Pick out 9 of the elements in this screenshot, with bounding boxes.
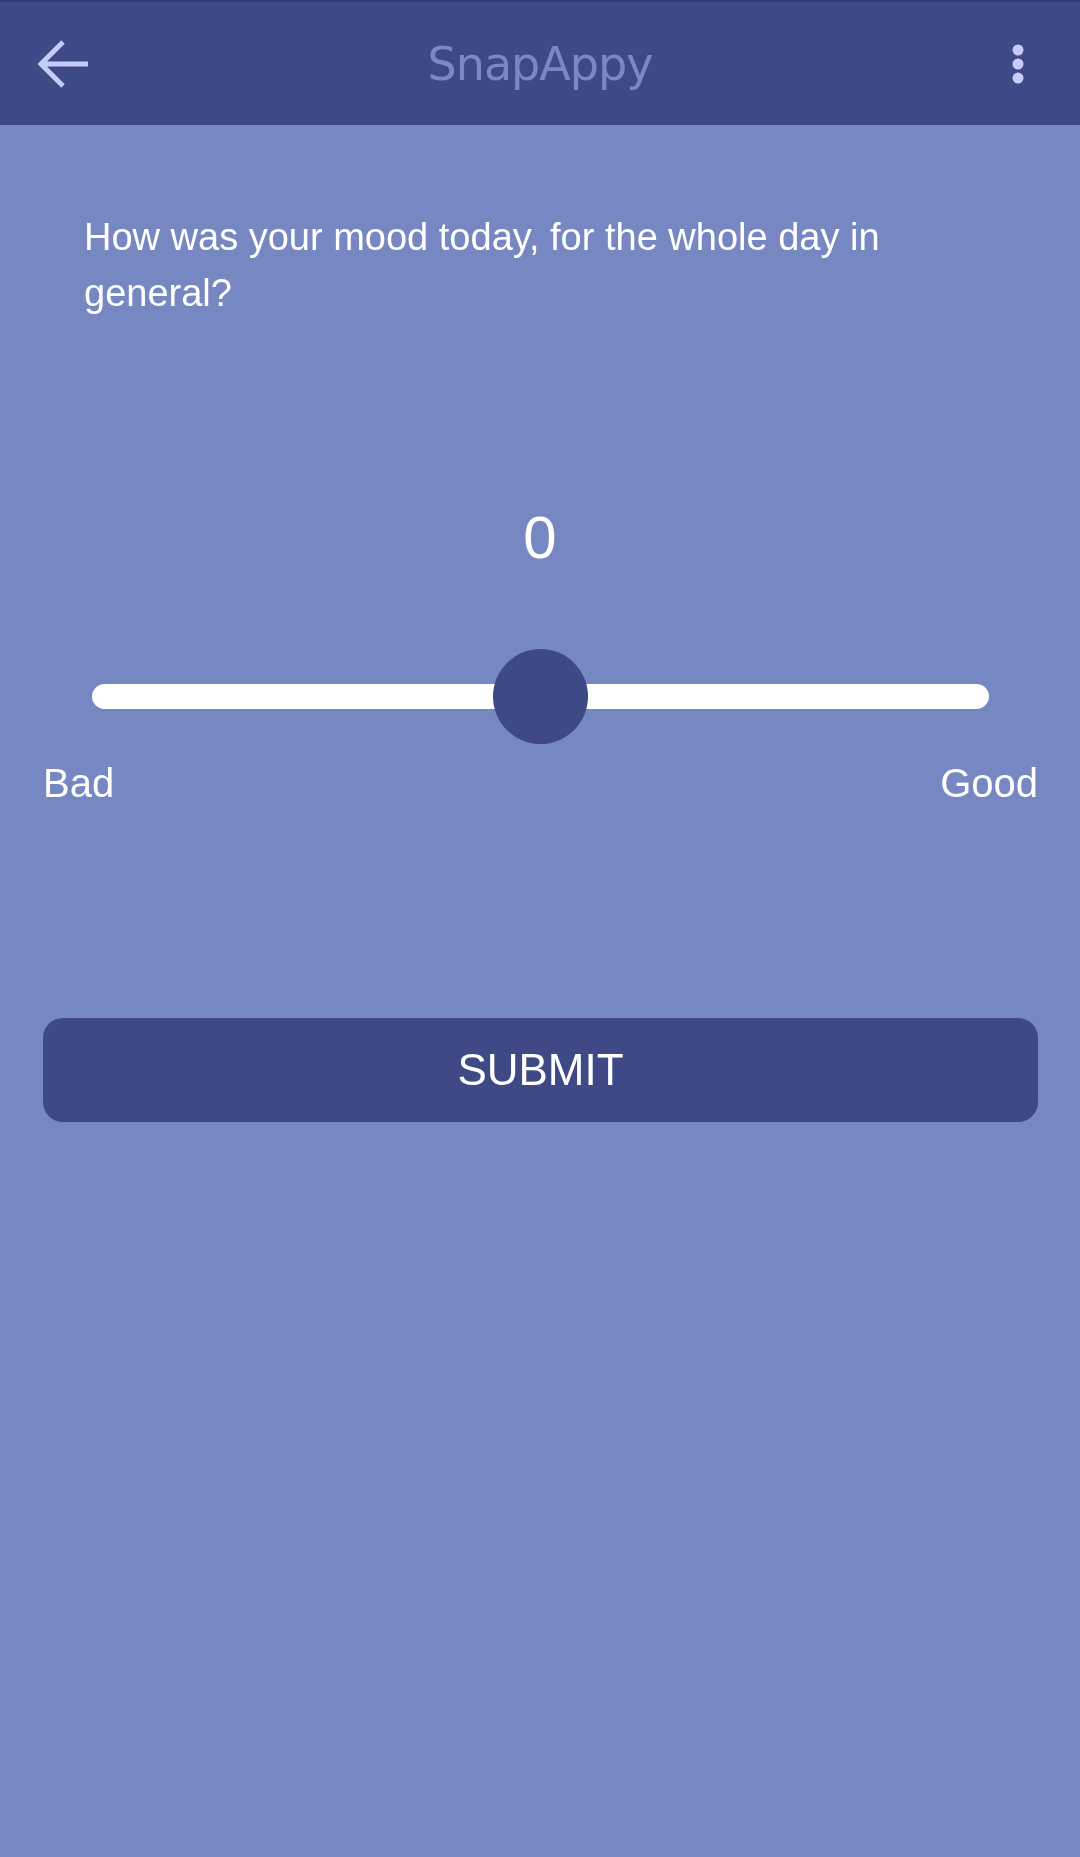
submit-button[interactable]: SUBMIT [43,1018,1038,1122]
more-options-icon[interactable] [1012,43,1024,84]
slider-max-label: Good [940,760,1038,807]
slider-min-label: Bad [43,760,115,807]
question-text: How was your mood today, for the whole day in general? [83,215,881,316]
app-title: SnapAppy [427,35,653,93]
slider-value: 0 [523,503,557,573]
back-arrow-icon[interactable] [38,38,90,89]
mood-slider-track[interactable] [92,649,989,744]
